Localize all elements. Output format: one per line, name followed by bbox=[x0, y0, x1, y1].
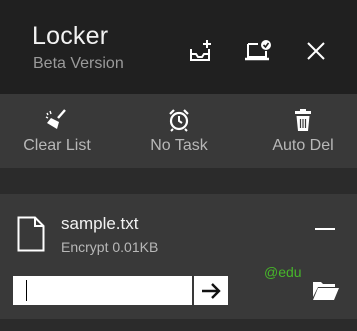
app-subtitle: Beta Version bbox=[33, 55, 124, 72]
no-task-button[interactable]: No Task bbox=[141, 94, 217, 168]
file-name: sample.txt bbox=[61, 214, 139, 233]
open-folder-icon[interactable] bbox=[312, 279, 340, 306]
section-divider bbox=[0, 168, 357, 194]
remove-file-button[interactable] bbox=[314, 220, 336, 236]
laptop-check-icon[interactable] bbox=[244, 36, 274, 66]
watermark: @edu bbox=[264, 264, 302, 280]
no-task-label: No Task bbox=[150, 137, 208, 154]
document-icon bbox=[17, 216, 45, 257]
clear-list-label: Clear List bbox=[23, 137, 91, 154]
auto-del-button[interactable]: Auto Del bbox=[263, 94, 343, 168]
text-caret bbox=[26, 280, 27, 301]
bottom-strip bbox=[0, 319, 357, 331]
trash-icon bbox=[293, 107, 313, 133]
auto-del-label: Auto Del bbox=[272, 137, 334, 154]
alarm-clock-icon bbox=[167, 107, 191, 133]
minus-icon bbox=[315, 228, 335, 230]
add-files-icon[interactable] bbox=[186, 36, 216, 66]
arrow-right-icon bbox=[202, 282, 221, 299]
app-title: Locker bbox=[32, 22, 109, 50]
toolbar: Clear List No Task Auto Del bbox=[0, 94, 357, 168]
file-item: sample.txt Encrypt 0.01KB @edu bbox=[0, 194, 357, 319]
broom-icon bbox=[45, 107, 69, 133]
file-status: Encrypt 0.01KB bbox=[61, 239, 159, 255]
password-input[interactable] bbox=[13, 276, 192, 305]
submit-arrow-button[interactable] bbox=[194, 276, 228, 305]
close-icon[interactable] bbox=[301, 36, 331, 66]
title-bar: Locker Beta Version bbox=[0, 0, 357, 94]
clear-list-button[interactable]: Clear List bbox=[18, 94, 96, 168]
